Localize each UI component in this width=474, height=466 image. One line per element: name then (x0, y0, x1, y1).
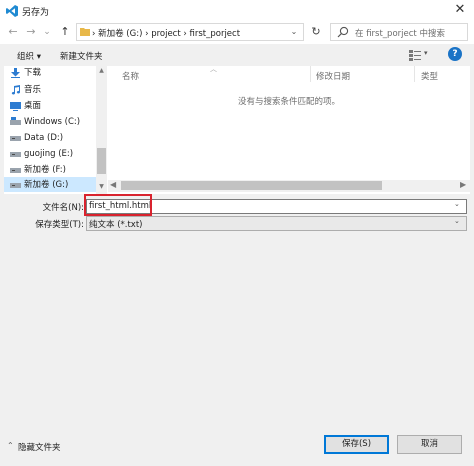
search-icon (337, 26, 349, 38)
sidebar-item-label: 新加卷 (F:) (24, 165, 66, 175)
sidebar-item-label: 新加卷 (G:) (24, 180, 69, 190)
filetype-select[interactable] (86, 216, 467, 231)
window-title: 另存为 (22, 8, 50, 18)
annotation-highlight-box (84, 194, 152, 216)
filename-label: 文件名(N): (42, 203, 84, 213)
sidebar-item-music[interactable]: 音乐 (10, 83, 41, 97)
sidebar-item-label: Data (D:) (24, 133, 64, 143)
filetype-dropdown-icon[interactable]: ⌄ (454, 217, 460, 225)
file-list-scroll-thumb[interactable] (121, 181, 382, 190)
sidebar-item-label: guojing (E:) (24, 149, 74, 159)
up-arrow-icon[interactable]: ↑ (58, 24, 72, 40)
sidebar-item-downloads[interactable]: 下载 (10, 66, 41, 80)
address-path[interactable]: › 新加卷 (G:) › project › first_porject (92, 27, 240, 39)
save-button[interactable]: 保存(S) (324, 435, 389, 454)
drive-icon (10, 151, 21, 157)
column-divider[interactable] (414, 66, 415, 82)
scroll-up-icon[interactable]: ▲ (96, 66, 107, 76)
scroll-down-icon[interactable]: ▼ (96, 182, 107, 192)
sidebar-item-drive-g[interactable]: 新加卷 (G:) (10, 178, 68, 192)
sidebar-item-desktop[interactable]: 桌面 (10, 99, 41, 113)
sidebar-item-drive-f[interactable]: 新加卷 (F:) (10, 163, 66, 177)
refresh-icon[interactable]: ↻ (307, 23, 325, 41)
sidebar-item-label: Windows (C:) (24, 117, 81, 127)
column-divider[interactable] (310, 66, 311, 82)
address-dropdown-icon[interactable]: ⌄ (288, 24, 300, 40)
sidebar-item-drive-e[interactable]: guojing (E:) (10, 147, 73, 161)
back-arrow-icon[interactable]: ← (6, 24, 20, 40)
filetype-value[interactable]: 纯文本 (*.txt) (89, 218, 142, 230)
forward-arrow-icon[interactable]: → (24, 24, 38, 40)
sidebar-item-drive-d[interactable]: Data (D:) (10, 131, 63, 145)
cancel-button[interactable]: 取消 (397, 435, 462, 454)
drive-icon (10, 135, 21, 141)
file-list (108, 66, 470, 194)
sort-caret-icon: ︿ (210, 65, 217, 73)
drive-icon (10, 116, 21, 125)
scroll-right-icon[interactable]: ▶ (460, 180, 466, 189)
desktop-icon (10, 101, 21, 111)
sidebar-item-label: 桌面 (24, 101, 42, 111)
help-icon[interactable]: ? (448, 47, 462, 61)
column-header-date[interactable]: 修改日期 (316, 70, 350, 82)
column-header-name[interactable]: 名称 (122, 70, 139, 82)
sidebar-item-label: 下载 (24, 68, 42, 78)
title-bar (0, 0, 474, 22)
sidebar-scroll-thumb[interactable] (97, 148, 106, 174)
filetype-label: 保存类型(T): (35, 220, 84, 230)
sidebar-item-drive-c[interactable]: Windows (C:) (10, 115, 80, 129)
sidebar-item-label: 音乐 (24, 85, 42, 95)
new-folder-button[interactable]: 新建文件夹 (60, 50, 103, 62)
drive-icon (10, 182, 21, 188)
filename-dropdown-icon[interactable]: ⌄ (454, 200, 460, 208)
chevron-up-icon[interactable]: ⌃ (7, 441, 14, 450)
close-icon[interactable]: ✕ (452, 2, 468, 18)
recent-locations-icon[interactable]: ⌄ (40, 24, 54, 40)
sidebar-scrollbar[interactable] (96, 66, 107, 194)
view-options-icon[interactable] (409, 49, 421, 61)
vscode-logo-icon (6, 5, 18, 17)
folder-icon (80, 28, 90, 36)
search-placeholder: 在 first_porject 中搜索 (355, 29, 445, 39)
scroll-left-icon[interactable]: ◀ (110, 180, 116, 189)
empty-list-message: 没有与搜索条件匹配的项。 (237, 97, 340, 107)
organize-button[interactable]: 组织 ▾ (17, 50, 41, 62)
view-dropdown-icon[interactable]: ▾ (424, 49, 428, 57)
drive-icon (10, 167, 21, 173)
column-header-type[interactable]: 类型 (421, 70, 438, 82)
hide-folders-toggle[interactable]: 隐藏文件夹 (18, 441, 61, 453)
music-icon (11, 84, 21, 95)
download-icon (11, 67, 20, 78)
